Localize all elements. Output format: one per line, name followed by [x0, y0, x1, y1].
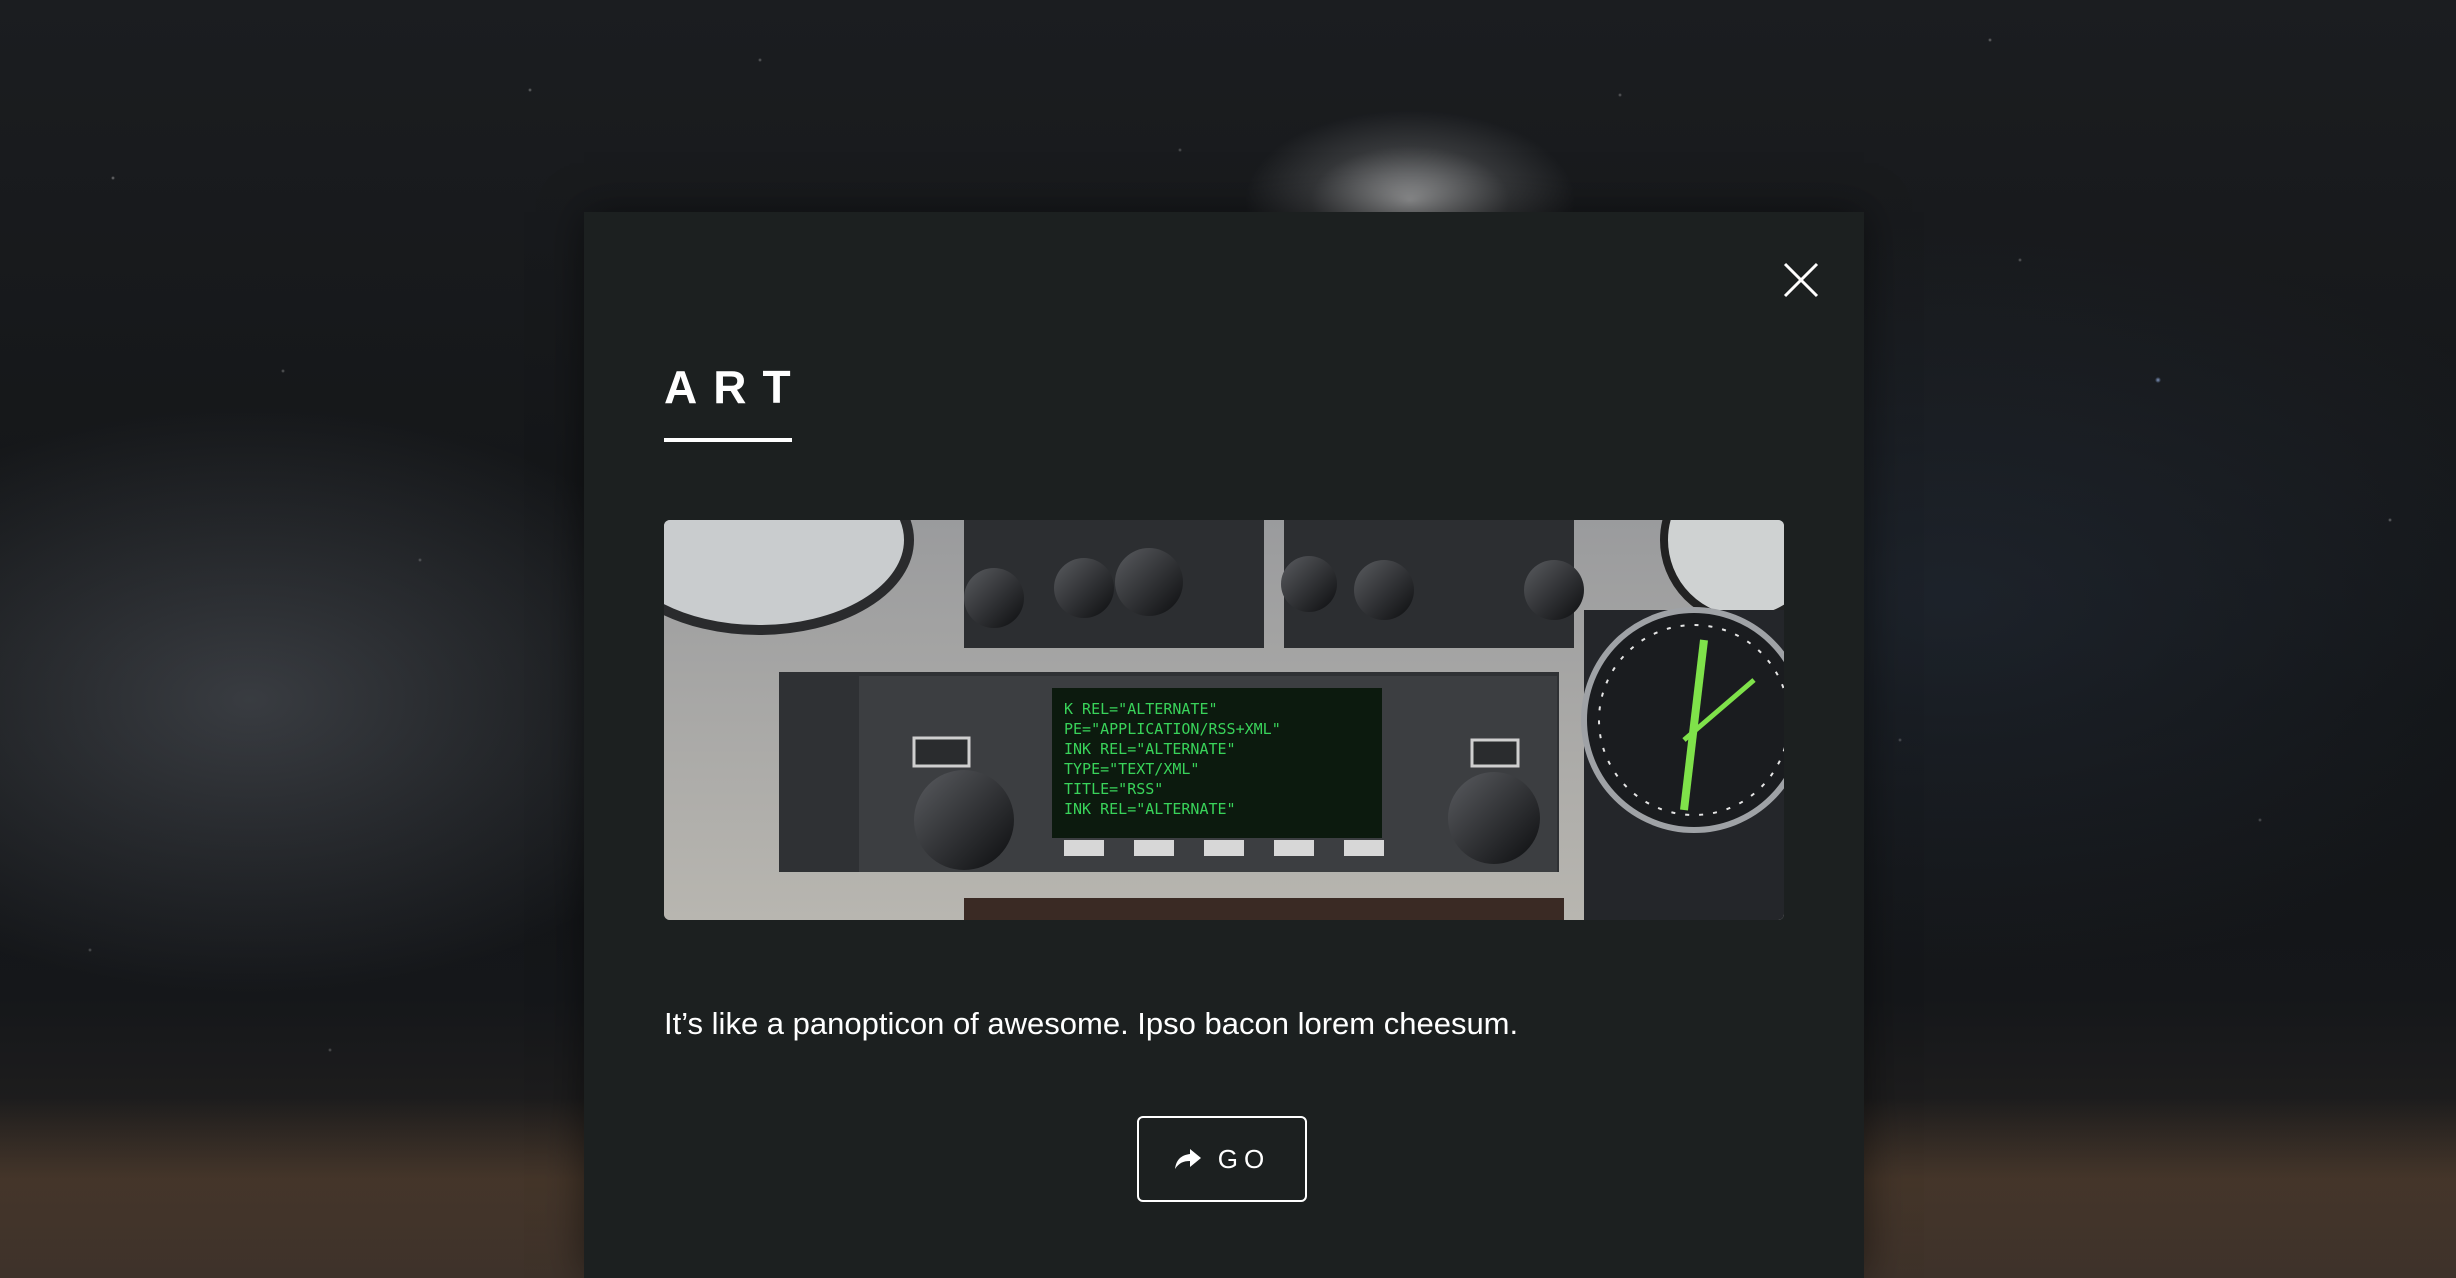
go-button[interactable]: GO — [1137, 1116, 1307, 1202]
share-arrow-icon — [1174, 1147, 1202, 1171]
close-icon — [1783, 262, 1819, 298]
svg-text:INK REL="ALTERNATE": INK REL="ALTERNATE" — [1064, 800, 1236, 818]
close-button[interactable] — [1781, 260, 1821, 300]
svg-text:INK REL="ALTERNATE": INK REL="ALTERNATE" — [1064, 740, 1236, 758]
svg-text:TITLE="RSS": TITLE="RSS" — [1064, 780, 1163, 798]
go-button-label: GO — [1217, 1143, 1271, 1174]
svg-text:K REL="ALTERNATE": K REL="ALTERNATE" — [1064, 700, 1218, 718]
svg-text:PE="APPLICATION/RSS+XML": PE="APPLICATION/RSS+XML" — [1064, 720, 1281, 738]
avionics-panel-image: K REL="ALTERNATE" PE="APPLICATION/RSS+XM… — [664, 520, 1784, 920]
title-underline — [664, 438, 792, 442]
portfolio-modal: ART K REL="ALTERNATE" PE="APPLICATION/RS… — [584, 212, 1864, 1278]
modal-title: ART — [664, 361, 807, 413]
svg-text:TYPE="TEXT/XML": TYPE="TEXT/XML" — [1064, 760, 1199, 778]
modal-description: It’s like a panopticon of awesome. Ipso … — [664, 1006, 1519, 1041]
